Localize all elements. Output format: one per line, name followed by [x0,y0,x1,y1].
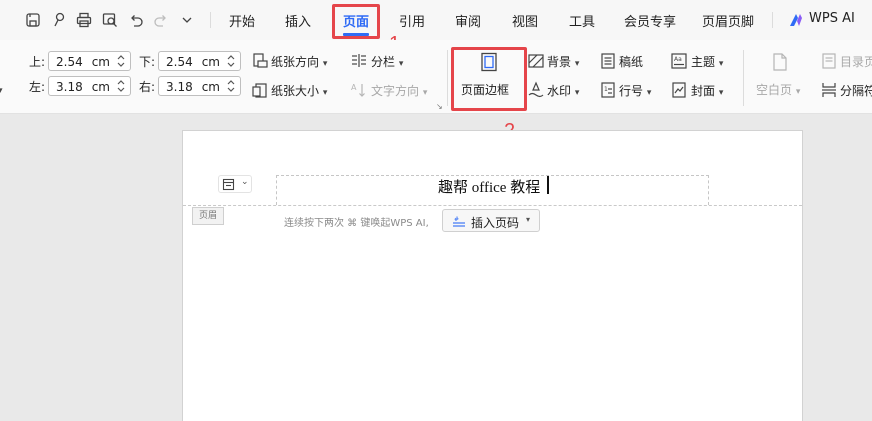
line-number-button[interactable]: 行号 ▾ [619,82,651,99]
divider [743,50,744,106]
dialog-launcher-icon[interactable]: ↘ [436,102,443,111]
text-direction-icon: A [350,81,368,99]
stepper-icon [117,55,125,67]
margin-bottom-input[interactable]: 2.54 cm [158,51,241,71]
manuscript-button[interactable]: 稿纸 [619,53,643,70]
tab-references[interactable]: 引用 [399,11,425,30]
divider [772,12,773,28]
background-button[interactable]: 背景 ▾ [547,53,579,70]
chevron-down-icon: ⌄ [241,177,249,187]
margin-top-label: 上: [29,55,46,69]
orientation-button[interactable]: 纸张方向 ▾ [271,53,327,70]
stepper-icon [117,80,125,92]
header-boundary-line [183,205,802,206]
header-icon [222,178,235,191]
svg-text:Aa: Aa [674,56,682,63]
chevron-down-icon[interactable] [178,11,196,29]
tab-review[interactable]: 审阅 [455,11,481,30]
highlight-box-page-border [451,47,527,111]
cover-icon [670,81,688,99]
theme-button[interactable]: 主题 ▾ [691,53,723,70]
manuscript-icon [599,52,617,70]
document-page[interactable] [182,130,803,421]
format-painter-icon[interactable] [50,11,68,29]
margin-right-label: 右: [139,80,156,94]
margin-left-label: 左: [29,80,46,94]
svg-text:#: # [454,216,459,223]
tab-tools[interactable]: 工具 [569,11,595,30]
header-badge: 页眉 [192,207,224,225]
svg-text:A: A [351,83,357,92]
save-icon[interactable] [24,11,42,29]
undo-icon[interactable] [127,11,145,29]
header-options-button[interactable]: ⌄ [218,175,252,193]
orientation-icon [251,52,269,70]
print-icon[interactable] [75,11,93,29]
svg-text:1: 1 [604,86,608,93]
divider [447,50,448,106]
paper-size-icon [251,81,269,99]
columns-button[interactable]: 分栏 ▾ [371,53,403,70]
line-number-icon: 1 [599,81,617,99]
tab-header-footer[interactable]: 页眉页脚 [702,11,754,30]
theme-icon: Aa [670,52,688,70]
margin-top-input[interactable]: 2.54 cm [48,51,131,71]
wps-ai-icon [788,12,804,28]
redo-icon[interactable] [152,11,170,29]
page-number-icon: # [453,216,465,227]
watermark-button[interactable]: 水印 ▾ [547,82,579,99]
header-text[interactable]: 趣帮 office 教程 [438,176,540,197]
tab-insert[interactable]: 插入 [285,11,311,30]
margin-bottom-label: 下: [139,55,156,69]
tab-wps-ai[interactable]: WPS AI [809,11,855,26]
separator-button[interactable]: 分隔符 [840,82,872,99]
text-cursor [547,176,549,194]
stepper-icon [227,80,235,92]
tab-home[interactable]: 开始 [229,11,255,30]
paper-size-button[interactable]: 纸张大小 ▾ [271,82,327,99]
text-direction-button[interactable]: 文字方向 ▾ [371,82,427,99]
divider [210,12,211,28]
ai-hint-text: 连续按下两次 ⌘ 键唤起WPS AI, [284,218,429,229]
margin-left-input[interactable]: 3.18 cm [48,76,131,96]
background-icon [527,52,545,70]
highlight-box-tab [332,4,380,39]
blank-page-icon [771,52,791,74]
columns-icon [350,52,368,70]
caret-down-icon: ▾ [526,215,531,224]
watermark-icon [527,81,545,99]
toc-page-icon [820,52,838,70]
toc-page-button[interactable]: 目录页 [840,53,872,70]
stepper-icon [227,55,235,67]
tab-member[interactable]: 会员专享 [624,11,676,30]
margin-right-input[interactable]: 3.18 cm [158,76,241,96]
margins-caret[interactable]: ▾ [0,82,3,96]
separator-icon [820,81,838,99]
insert-page-number-button[interactable]: # 插入页码 ▾ [442,209,540,232]
print-preview-icon[interactable] [101,11,119,29]
cover-button[interactable]: 封面 ▾ [691,82,723,99]
tab-view[interactable]: 视图 [512,11,538,30]
blank-page-button[interactable]: 空白页 ▾ [756,81,800,98]
